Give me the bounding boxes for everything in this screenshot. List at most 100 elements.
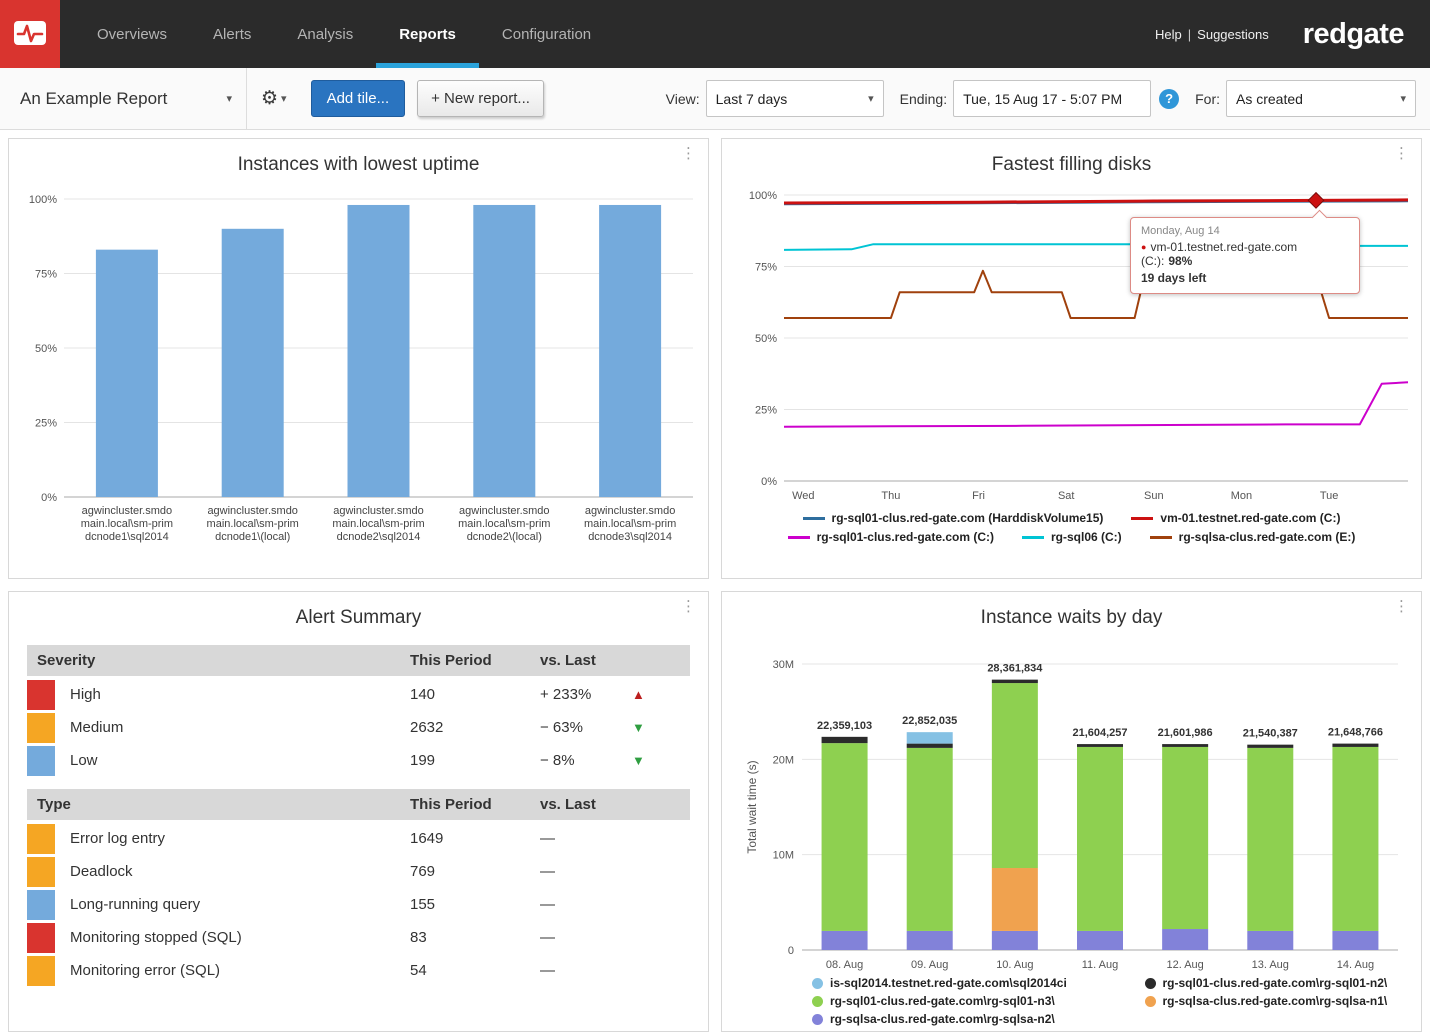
for-label: For:: [1195, 91, 1220, 107]
nav-item-reports[interactable]: Reports: [376, 0, 479, 68]
tile-menu-button[interactable]: ⋮: [1394, 599, 1409, 614]
legend-item[interactable]: rg-sql01-clus.red-gate.com (HarddiskVolu…: [803, 511, 1104, 525]
wait-bar-segment: [992, 680, 1038, 683]
view-label: View:: [666, 91, 700, 107]
help-link[interactable]: Help: [1155, 27, 1182, 42]
app-logo[interactable]: [0, 0, 60, 68]
legend-item[interactable]: rg-sqlsa-clus.red-gate.com\rg-sqlsa-n1\: [1145, 994, 1388, 1008]
svg-text:Tue: Tue: [1320, 490, 1339, 502]
legend-item[interactable]: vm-01.testnet.red-gate.com (C:): [1131, 511, 1340, 525]
tile-menu-button[interactable]: ⋮: [681, 599, 696, 614]
severity-swatch: [27, 713, 55, 743]
legend-item[interactable]: rg-sql06 (C:): [1022, 530, 1122, 544]
svg-text:Wed: Wed: [792, 490, 814, 502]
suggestions-link[interactable]: Suggestions: [1197, 27, 1269, 42]
svg-text:agwincluster.smdo: agwincluster.smdo: [207, 505, 298, 517]
wait-bar-segment: [1162, 929, 1208, 950]
tile-menu-button[interactable]: ⋮: [1394, 146, 1409, 161]
tile-fastest-filling-disks: ⋮ Fastest filling disks 0%25%50%75%100%W…: [721, 138, 1422, 579]
row-label: Medium: [70, 719, 410, 736]
row-vs-value: —: [540, 929, 632, 946]
svg-text:22,359,103: 22,359,103: [817, 720, 872, 732]
report-toolbar: An Example Report ▾ ⚙ ▾ Add tile... + Ne…: [0, 68, 1430, 130]
row-vs-value: —: [540, 962, 632, 979]
nav-item-configuration[interactable]: Configuration: [479, 0, 614, 68]
legend-item[interactable]: is-sql2014.testnet.red-gate.com\sql2014c…: [812, 976, 1067, 990]
wait-bar-segment: [992, 683, 1038, 868]
new-report-button[interactable]: + New report...: [417, 80, 544, 117]
svg-text:21,604,257: 21,604,257: [1072, 727, 1127, 739]
help-badge[interactable]: ?: [1159, 89, 1179, 109]
wait-bar-segment: [907, 744, 953, 748]
svg-text:main.local\sm-prim: main.local\sm-prim: [458, 518, 550, 530]
row-label: Monitoring stopped (SQL): [70, 929, 410, 946]
svg-text:0%: 0%: [761, 476, 777, 488]
help-links: Help | Suggestions: [1155, 27, 1269, 42]
svg-text:100%: 100%: [29, 194, 57, 206]
report-select-value: An Example Report: [20, 89, 167, 109]
legend-item[interactable]: rg-sql01-clus.red-gate.com\rg-sql01-n2\: [1145, 976, 1388, 990]
svg-text:12. Aug: 12. Aug: [1166, 959, 1203, 971]
series-dot-icon: ●: [1141, 242, 1146, 252]
add-tile-button[interactable]: Add tile...: [311, 80, 406, 117]
row-vs-value: + 233%: [540, 686, 632, 703]
svg-text:14. Aug: 14. Aug: [1337, 959, 1374, 971]
legend-item[interactable]: rg-sqlsa-clus.red-gate.com (E:): [1150, 530, 1356, 544]
tile-alert-summary: ⋮ Alert Summary SeverityThis Periodvs. L…: [8, 591, 709, 1032]
view-select[interactable]: Last 7 days ▾: [706, 80, 884, 117]
legend-swatch: [803, 517, 825, 520]
legend-item[interactable]: rg-sql01-clus.red-gate.com\rg-sql01-n3\: [812, 994, 1055, 1008]
tooltip-series: vm-01.testnet.red-gate.com (C:):: [1141, 240, 1297, 268]
legend-item[interactable]: rg-sql01-clus.red-gate.com (C:): [788, 530, 994, 544]
legend-item[interactable]: rg-sqlsa-clus.red-gate.com\rg-sqlsa-n2\: [812, 1012, 1055, 1026]
nav-item-alerts[interactable]: Alerts: [190, 0, 274, 68]
legend-label: rg-sql01-clus.red-gate.com\rg-sql01-n2\: [1163, 976, 1388, 990]
chevron-down-icon: ▾: [868, 92, 874, 105]
ending-datetime-input[interactable]: [953, 80, 1151, 117]
svg-text:main.local\sm-prim: main.local\sm-prim: [81, 518, 173, 530]
disk-series-line: [784, 382, 1408, 426]
svg-text:Thu: Thu: [881, 490, 900, 502]
tooltip-value: 98%: [1168, 254, 1192, 268]
wait-bar-segment: [1332, 744, 1378, 747]
severity-swatch: [27, 746, 55, 776]
svg-text:09. Aug: 09. Aug: [911, 959, 948, 971]
report-select[interactable]: An Example Report ▾: [0, 68, 247, 129]
wait-bar-segment: [1247, 748, 1293, 931]
table-header-row: SeverityThis Periodvs. Last: [27, 645, 690, 676]
sql-monitor-icon: [12, 16, 48, 52]
severity-swatch: [27, 824, 55, 854]
legend-swatch: [1145, 978, 1156, 989]
arrow-up-icon: ▲: [632, 687, 690, 702]
svg-text:main.local\sm-prim: main.local\sm-prim: [332, 518, 424, 530]
wait-bar-segment: [1332, 747, 1378, 931]
legend-label: is-sql2014.testnet.red-gate.com\sql2014c…: [830, 976, 1067, 990]
svg-text:dcnode2\(local): dcnode2\(local): [467, 531, 542, 543]
nav-item-overviews[interactable]: Overviews: [74, 0, 190, 68]
svg-text:21,540,387: 21,540,387: [1243, 728, 1298, 740]
table-row: Medium2632− 63%▼: [27, 711, 690, 744]
wait-bar-segment: [822, 743, 868, 931]
for-select[interactable]: As created ▾: [1226, 80, 1416, 117]
tile-menu-button[interactable]: ⋮: [681, 146, 696, 161]
table-gap: [27, 777, 690, 789]
nav-item-analysis[interactable]: Analysis: [274, 0, 376, 68]
legend-swatch: [812, 1014, 823, 1025]
svg-text:Total wait time (s): Total wait time (s): [745, 760, 759, 853]
uptime-bar-chart: 0%25%50%75%100%agwincluster.smdomain.loc…: [9, 181, 708, 553]
table-row: Error log entry1649—: [27, 822, 690, 855]
chevron-down-icon: ▾: [281, 92, 287, 105]
nav-menu: OverviewsAlertsAnalysisReportsConfigurat…: [74, 0, 614, 68]
row-period-value: 2632: [410, 719, 540, 736]
tooltip-series-line: ●vm-01.testnet.red-gate.com (C:):98%: [1141, 240, 1349, 268]
legend-swatch: [1131, 517, 1153, 520]
header-col-period: This Period: [410, 796, 540, 813]
row-period-value: 83: [410, 929, 540, 946]
report-settings-button[interactable]: ⚙ ▾: [247, 87, 299, 110]
view-select-value: Last 7 days: [716, 91, 788, 107]
wait-bar-segment: [822, 931, 868, 950]
table-row: High140+ 233%▲: [27, 678, 690, 711]
row-period-value: 769: [410, 863, 540, 880]
gear-icon: ⚙: [261, 87, 278, 110]
wait-bar-segment: [1077, 744, 1123, 747]
